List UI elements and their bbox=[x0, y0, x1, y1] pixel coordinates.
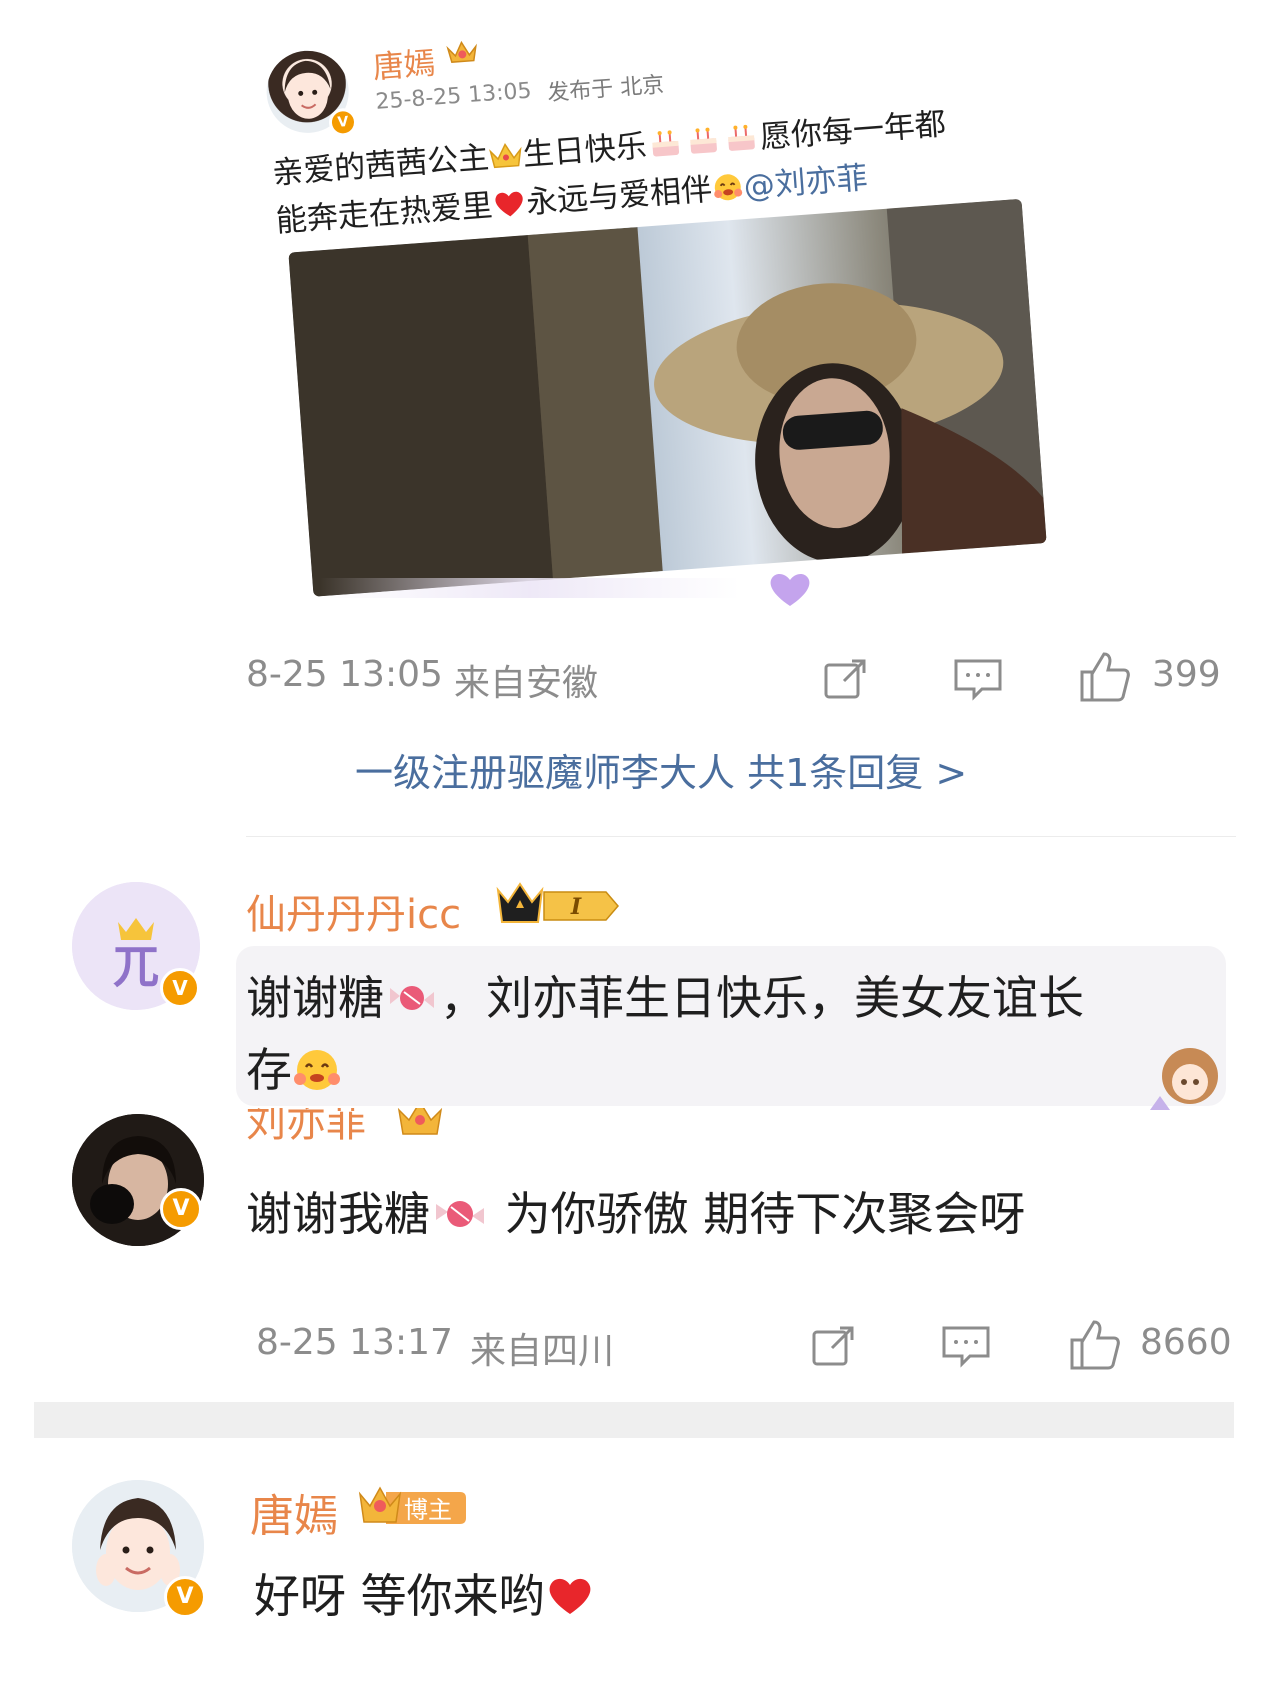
like-icon[interactable] bbox=[1078, 650, 1132, 704]
birthday-cake-icon bbox=[683, 123, 724, 164]
level-text: I bbox=[570, 894, 582, 920]
crown-badge-icon bbox=[445, 38, 479, 66]
share-icon[interactable] bbox=[822, 655, 870, 703]
comment-source: 来自四川 bbox=[470, 1331, 615, 1372]
divider bbox=[246, 836, 1236, 837]
post-photo[interactable] bbox=[288, 198, 1047, 597]
comment-source: 来自安徽 bbox=[454, 663, 599, 704]
reply-text-line2: 存 bbox=[246, 1034, 342, 1100]
embedded-post-card: V 唐嫣 25-8-25 13:05 发布于 北京 亲爱的茜茜公主 生日快乐 愿你每… bbox=[262, 0, 1109, 597]
comment-time: 8-25 13:05 bbox=[246, 654, 443, 695]
reply-text: 谢谢我糖 为你骄傲 期待下次聚会呀 bbox=[246, 1178, 1025, 1244]
blogger-badge: 博主 bbox=[356, 1480, 468, 1530]
comment-icon[interactable] bbox=[940, 1322, 992, 1370]
verified-v-icon: V bbox=[327, 107, 358, 138]
reply-text-segment: 为你骄傲 期待下次聚会呀 bbox=[504, 1187, 1026, 1241]
share-icon[interactable] bbox=[810, 1322, 858, 1370]
purple-heart-icon bbox=[760, 570, 820, 610]
verified-v-icon: V bbox=[160, 1188, 202, 1230]
reply-text-segment: 谢谢糖 bbox=[246, 971, 384, 1025]
blogger-badge-label: 博主 bbox=[404, 1496, 452, 1524]
svg-text:兀: 兀 bbox=[113, 939, 159, 993]
post-text-segment: 愿你每一年都 bbox=[758, 106, 948, 156]
crown-emoji-icon bbox=[488, 139, 525, 177]
view-replies-link[interactable]: 一级注册驱魔师李大人 共1条回复 > bbox=[355, 742, 967, 797]
candy-icon bbox=[384, 978, 440, 1025]
post-location: 发布于 北京 bbox=[546, 72, 666, 107]
reply-text: 好呀 等你来哟 bbox=[254, 1560, 595, 1626]
verified-v-icon: V bbox=[160, 968, 200, 1008]
post-text-segment: 生日快乐 bbox=[521, 128, 648, 174]
mention-link[interactable]: @刘亦菲 bbox=[742, 160, 868, 205]
post-text-segment: 能奔走在热爱里 bbox=[274, 187, 494, 240]
birthday-cake-icon bbox=[645, 126, 686, 167]
crown-badge-icon bbox=[396, 1108, 444, 1138]
verified-v-icon: V bbox=[164, 1576, 206, 1618]
member-level-badge: I bbox=[494, 880, 624, 928]
hug-face-icon bbox=[711, 171, 746, 209]
like-count: 399 bbox=[1152, 654, 1221, 695]
reply-text-segment: ，刘亦菲生日快乐，美女友谊长 bbox=[440, 971, 1084, 1025]
like-icon[interactable] bbox=[1068, 1318, 1122, 1372]
faint-decor-strip bbox=[320, 578, 740, 598]
comment-icon[interactable] bbox=[952, 655, 1004, 703]
reply-text-line1: 谢谢糖 ，刘亦菲生日快乐，美女友谊长 bbox=[246, 962, 1084, 1028]
red-heart-icon bbox=[545, 1574, 595, 1625]
reply-author-name[interactable]: 仙丹丹丹icc bbox=[246, 882, 461, 940]
photo-illustration bbox=[288, 198, 1047, 597]
birthday-cake-icon bbox=[721, 120, 762, 161]
reply-author-name-clip: 刘亦菲 bbox=[246, 1108, 486, 1148]
reply-author-name[interactable]: 刘亦菲 bbox=[246, 1108, 366, 1148]
section-separator bbox=[34, 1402, 1234, 1438]
bubble-decoration-icon bbox=[1130, 1040, 1230, 1110]
like-count: 8660 bbox=[1140, 1322, 1232, 1363]
candy-icon bbox=[430, 1192, 490, 1243]
reply-text-segment: 好呀 等你来哟 bbox=[254, 1569, 545, 1623]
reply-text-segment: 存 bbox=[246, 1043, 292, 1097]
hug-face-icon bbox=[292, 1047, 342, 1100]
post-text-segment: 永远与爱相伴 bbox=[525, 171, 714, 222]
red-heart-icon bbox=[491, 187, 528, 225]
reply-text-segment: 谢谢我糖 bbox=[246, 1187, 430, 1241]
post-author-name[interactable]: 唐嫣 bbox=[371, 37, 436, 86]
comment-time: 8-25 13:17 bbox=[256, 1322, 453, 1363]
reply-author-name[interactable]: 唐嫣 bbox=[250, 1480, 338, 1544]
